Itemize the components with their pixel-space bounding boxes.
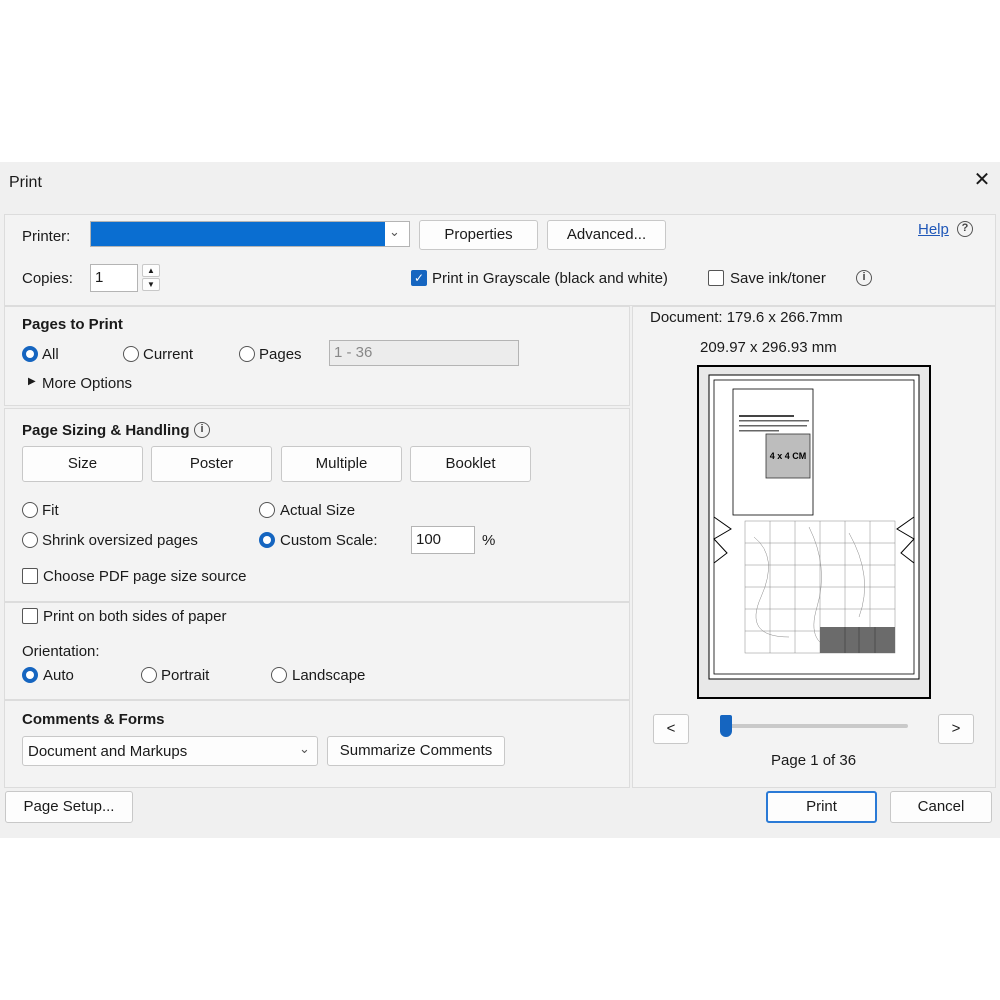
copies-input[interactable]: 1 <box>90 264 138 292</box>
percent-label: % <box>482 532 496 549</box>
close-icon[interactable]: ✕ <box>970 168 994 192</box>
comments-select[interactable]: Document and Markups ⌄ <box>22 736 318 766</box>
printer-selected-value <box>91 222 385 246</box>
pdf-source-checkbox[interactable] <box>22 568 38 584</box>
shrink-radio[interactable] <box>22 532 38 548</box>
sizing-info-icon[interactable]: i <box>194 422 210 438</box>
dialog-title: Print <box>9 174 42 191</box>
save-ink-checkbox[interactable] <box>708 270 724 286</box>
actual-size-radio[interactable] <box>259 502 275 518</box>
current-radio[interactable] <box>123 346 139 362</box>
comments-heading: Comments & Forms <box>22 711 165 728</box>
custom-scale-label: Custom Scale: <box>280 532 378 549</box>
expand-triangle-icon[interactable]: ▶ <box>28 376 36 387</box>
current-label: Current <box>143 346 194 363</box>
chevron-down-icon: ⌄ <box>299 741 310 756</box>
actual-size-label: Actual Size <box>280 502 356 519</box>
page-setup-button[interactable]: Page Setup... <box>5 791 133 823</box>
auto-label: Auto <box>43 667 74 684</box>
pdf-source-label: Choose PDF page size source <box>43 568 247 585</box>
booklet-tab[interactable]: Booklet <box>410 446 531 482</box>
all-label: All <box>42 346 59 363</box>
print-button[interactable]: Print <box>766 791 877 823</box>
orientation-label: Orientation: <box>22 643 100 660</box>
page-indicator: Page 1 of 36 <box>771 752 857 769</box>
copies-label: Copies: <box>22 270 73 287</box>
fit-label: Fit <box>42 502 59 519</box>
paper-size: 209.97 x 296.93 mm <box>700 339 837 356</box>
pages-range-input[interactable]: 1 - 36 <box>329 340 519 366</box>
prev-page-button[interactable]: < <box>653 714 689 744</box>
chevron-down-icon: ⌄ <box>389 224 400 239</box>
poster-tab[interactable]: Poster <box>151 446 272 482</box>
grayscale-checkbox[interactable]: ✓ <box>411 270 427 286</box>
box-label: 4 x 4 CM <box>770 451 807 461</box>
document-size: Document: 179.6 x 266.7mm <box>650 309 843 326</box>
properties-button[interactable]: Properties <box>419 220 538 250</box>
printer-label: Printer: <box>22 228 71 245</box>
pages-label: Pages <box>259 346 302 363</box>
fit-radio[interactable] <box>22 502 38 518</box>
summarize-comments-button[interactable]: Summarize Comments <box>327 736 505 766</box>
size-tab[interactable]: Size <box>22 446 143 482</box>
page-preview: 4 x 4 CM <box>697 365 931 699</box>
copies-down-arrow-icon[interactable]: ▼ <box>142 278 160 291</box>
printer-select[interactable]: ⌄ <box>90 221 410 247</box>
portrait-label: Portrait <box>161 667 210 684</box>
both-sides-checkbox[interactable] <box>22 608 38 624</box>
print-dialog: Print ✕ Printer: ⌄ Properties Advanced..… <box>0 162 1000 838</box>
info-icon[interactable]: i <box>856 270 872 286</box>
pages-radio[interactable] <box>239 346 255 362</box>
more-options-label[interactable]: More Options <box>42 375 132 392</box>
copies-up-arrow-icon[interactable]: ▲ <box>142 264 160 277</box>
auto-radio[interactable] <box>22 667 38 683</box>
comments-select-value: Document and Markups <box>28 743 188 760</box>
shrink-label: Shrink oversized pages <box>42 532 198 549</box>
pages-to-print-heading: Pages to Print <box>22 316 123 333</box>
next-page-button[interactable]: > <box>938 714 974 744</box>
landscape-label: Landscape <box>292 667 366 684</box>
page-sizing-heading: Page Sizing & Handling <box>22 422 190 439</box>
help-link[interactable]: Help <box>918 221 949 238</box>
landscape-radio[interactable] <box>271 667 287 683</box>
custom-scale-input[interactable]: 100 <box>411 526 475 554</box>
save-ink-label: Save ink/toner <box>730 270 826 287</box>
all-radio[interactable] <box>22 346 38 362</box>
grayscale-label: Print in Grayscale (black and white) <box>432 270 668 287</box>
custom-scale-radio[interactable] <box>259 532 275 548</box>
cancel-button[interactable]: Cancel <box>890 791 992 823</box>
portrait-radio[interactable] <box>141 667 157 683</box>
page-slider-thumb[interactable] <box>720 715 732 737</box>
help-icon[interactable]: ? <box>957 221 973 237</box>
advanced-button[interactable]: Advanced... <box>547 220 666 250</box>
multiple-tab[interactable]: Multiple <box>281 446 402 482</box>
page-preview-graphic: 4 x 4 CM <box>708 374 920 680</box>
both-sides-label: Print on both sides of paper <box>43 608 227 625</box>
page-slider-track[interactable] <box>720 715 908 737</box>
